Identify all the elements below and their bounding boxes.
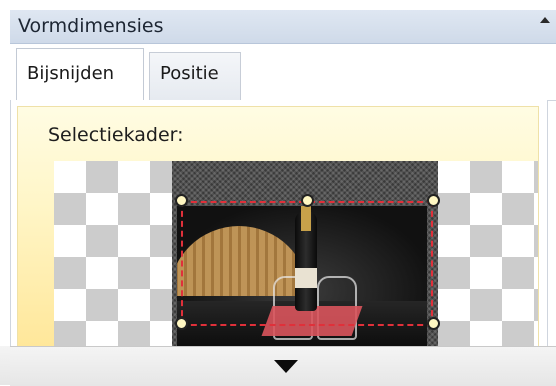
tab-bijsnijden[interactable]: Bijsnijden [16, 48, 144, 101]
triangle-up-icon[interactable] [540, 17, 550, 23]
photo-cropped-area [177, 206, 427, 347]
bottle-neck-in-photo [301, 206, 311, 231]
tab-content: Selectiekader: [10, 100, 548, 348]
crop-handle-top-left[interactable] [175, 194, 188, 207]
left-edge [0, 346, 10, 385]
crop-preview[interactable] [54, 161, 538, 347]
crop-handle-top-middle[interactable] [301, 194, 314, 207]
crop-handle-middle-right[interactable] [427, 317, 440, 330]
tab-positie[interactable]: Positie [149, 52, 241, 100]
pane-titlebar: Vormdimensies [10, 10, 556, 44]
pane-title: Vormdimensies [18, 15, 164, 37]
crop-handle-middle-left[interactable] [175, 317, 188, 330]
selection-frame-label: Selectiekader: [48, 124, 184, 146]
crop-panel: Selectiekader: [17, 106, 539, 348]
crop-handle-top-right[interactable] [427, 194, 440, 207]
tab-strip: Bijsnijden Positie [10, 44, 556, 101]
bottle-label-in-photo [295, 268, 317, 288]
shape-dimensions-pane: Vormdimensies Bijsnijden Positie Selecti… [0, 0, 556, 386]
triangle-down-icon[interactable] [274, 360, 298, 373]
scroll-down-bar[interactable] [10, 346, 556, 386]
